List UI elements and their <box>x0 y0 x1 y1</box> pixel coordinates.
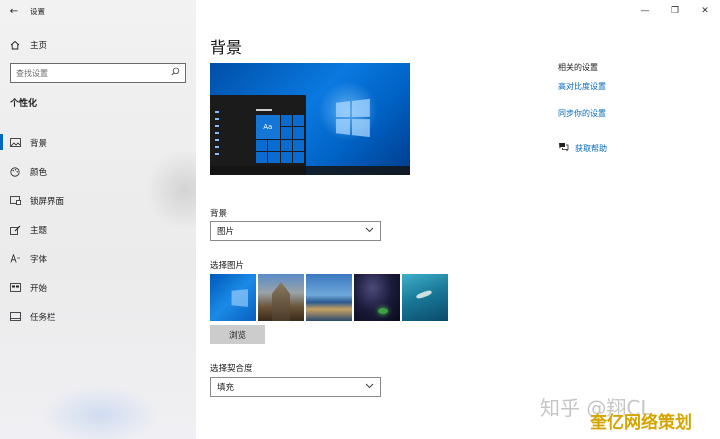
sidebar-item-colors[interactable]: 颜色 <box>0 157 196 186</box>
chat-bubble-icon <box>558 142 569 155</box>
home-nav-item[interactable]: 主页 <box>0 36 196 54</box>
preview-menu-header <box>256 109 272 111</box>
preview-menu-list <box>215 111 229 160</box>
minimize-icon: — <box>640 6 650 16</box>
image-icon <box>0 138 30 147</box>
picture-thumbnail[interactable] <box>306 274 352 321</box>
related-settings: 相关的设置 高对比度设置 同步你的设置 <box>558 62 606 135</box>
sidebar-item-background[interactable]: 背景 <box>0 128 196 157</box>
background-preview: Aa <box>210 63 410 175</box>
background-type-dropdown[interactable]: 图片 <box>210 221 381 241</box>
back-button[interactable]: ← <box>0 0 28 22</box>
theme-brush-icon <box>0 225 30 235</box>
close-button[interactable]: ✕ <box>690 0 720 22</box>
picture-thumbnail[interactable] <box>402 274 448 321</box>
preview-tiles: Aa <box>256 115 304 163</box>
chevron-down-icon <box>365 226 374 236</box>
fit-value: 填充 <box>217 383 235 393</box>
sidebar-item-taskbar[interactable]: 任务栏 <box>0 302 196 331</box>
fit-label: 选择契合度 <box>210 364 253 374</box>
font-icon <box>0 254 30 263</box>
picture-thumbnail[interactable] <box>354 274 400 321</box>
sidebar-item-label: 背景 <box>30 138 48 149</box>
start-icon <box>0 283 30 292</box>
page-title: 背景 <box>210 38 243 57</box>
sidebar-item-label: 字体 <box>30 254 48 265</box>
picture-thumbnail[interactable] <box>210 274 256 321</box>
personalization-nav: 背景 颜色 锁屏界面 主题 字体 开始 任务栏 <box>0 128 196 331</box>
watermark-brand: 奎亿网络策划 <box>590 413 692 433</box>
sidebar-item-label: 任务栏 <box>30 312 56 323</box>
home-label: 主页 <box>30 41 48 51</box>
sidebar-item-label: 开始 <box>30 283 48 294</box>
search-box[interactable]: 查找设置 <box>10 63 186 83</box>
get-help[interactable]: 获取帮助 <box>558 142 607 155</box>
maximize-icon: ❐ <box>670 6 680 16</box>
palette-icon <box>0 166 30 177</box>
window-controls: — ❐ ✕ <box>630 0 720 22</box>
back-arrow-icon: ← <box>9 5 19 17</box>
sidebar: ← 设置 主页 查找设置 个性化 背景 颜色 锁屏界面 主题 字体 开始 任务栏 <box>0 0 196 439</box>
preview-tile-text: Aa <box>256 115 280 139</box>
picture-thumbnails <box>210 274 448 321</box>
background-type-value: 图片 <box>217 227 235 237</box>
chevron-down-icon <box>365 382 374 392</box>
home-icon <box>0 40 30 50</box>
sidebar-item-label: 颜色 <box>30 167 48 178</box>
sidebar-item-themes[interactable]: 主题 <box>0 215 196 244</box>
minimize-button[interactable]: — <box>630 0 660 22</box>
sidebar-item-fonts[interactable]: 字体 <box>0 244 196 273</box>
fit-dropdown[interactable]: 填充 <box>210 377 381 397</box>
title-bar: ← 设置 <box>0 0 196 22</box>
lock-screen-icon <box>0 196 30 205</box>
background-label: 背景 <box>210 209 228 219</box>
main-pane: — ❐ ✕ 背景 Aa 背景 图片 选择图片 浏览 选择契合度 填充 相关的设置… <box>196 0 720 439</box>
section-title: 个性化 <box>10 99 38 109</box>
search-icon <box>171 67 180 79</box>
search-placeholder: 查找设置 <box>16 68 48 78</box>
choose-picture-label: 选择图片 <box>210 261 245 271</box>
windows-logo-icon <box>335 98 370 138</box>
related-settings-title: 相关的设置 <box>558 63 598 72</box>
sync-settings-link[interactable]: 同步你的设置 <box>558 108 606 119</box>
browse-button[interactable]: 浏览 <box>210 325 265 344</box>
taskbar-icon <box>0 312 30 321</box>
close-icon: ✕ <box>701 6 709 16</box>
sidebar-item-label: 主题 <box>30 225 48 236</box>
picture-thumbnail[interactable] <box>258 274 304 321</box>
get-help-link: 获取帮助 <box>575 144 607 153</box>
preview-taskbar <box>210 166 410 175</box>
sidebar-item-label: 锁屏界面 <box>30 196 65 207</box>
sidebar-item-start[interactable]: 开始 <box>0 273 196 302</box>
app-title: 设置 <box>30 6 45 16</box>
high-contrast-link[interactable]: 高对比度设置 <box>558 81 606 92</box>
maximize-button[interactable]: ❐ <box>660 0 690 22</box>
sidebar-item-lock-screen[interactable]: 锁屏界面 <box>0 186 196 215</box>
